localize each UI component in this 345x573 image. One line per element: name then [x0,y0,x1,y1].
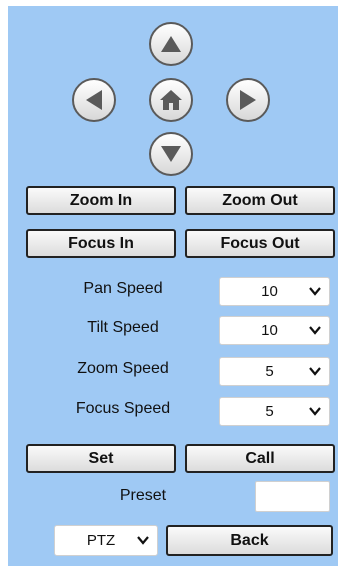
ptz-control-panel: Zoom In Zoom Out Focus In Focus Out Pan … [8,6,338,566]
arrow-up-icon[interactable] [149,22,193,66]
chevron-down-icon [309,287,321,296]
zoom-in-button[interactable]: Zoom In [26,186,176,215]
preset-input[interactable] [255,481,330,512]
tilt-speed-label: Tilt Speed [87,319,159,336]
home-icon[interactable] [149,78,193,122]
preset-set-button[interactable]: Set [26,444,176,473]
mode-select[interactable]: PTZ [54,525,158,556]
zoom-speed-label: Zoom Speed [77,360,169,377]
back-button[interactable]: Back [166,525,333,556]
chevron-down-icon [309,326,321,335]
arrow-right-icon[interactable] [226,78,270,122]
arrow-down-icon[interactable] [149,132,193,176]
focus-speed-label: Focus Speed [75,400,171,417]
pan-speed-select[interactable]: 10 [219,277,330,306]
preset-call-button[interactable]: Call [185,444,335,473]
chevron-down-icon [137,536,149,545]
focus-out-button[interactable]: Focus Out [185,229,335,258]
zoom-out-button[interactable]: Zoom Out [185,186,335,215]
chevron-down-icon [309,367,321,376]
pan-speed-label: Pan Speed [83,280,163,297]
arrow-left-icon[interactable] [72,78,116,122]
focus-in-button[interactable]: Focus In [26,229,176,258]
preset-label: Preset [119,487,167,504]
chevron-down-icon [309,407,321,416]
focus-speed-select[interactable]: 5 [219,397,330,426]
tilt-speed-select[interactable]: 10 [219,316,330,345]
zoom-speed-select[interactable]: 5 [219,357,330,386]
